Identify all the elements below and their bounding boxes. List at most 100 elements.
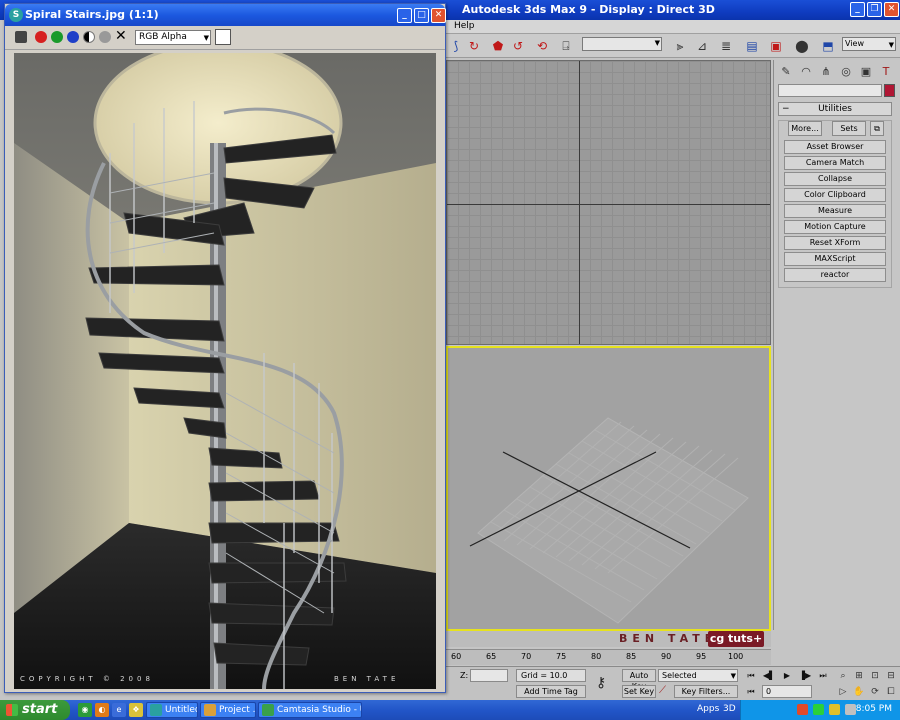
viewport-perspective[interactable] xyxy=(446,346,771,631)
save-image-icon[interactable] xyxy=(15,31,27,43)
play-icon[interactable]: ▶ xyxy=(780,669,794,682)
collapse-button[interactable]: Collapse xyxy=(784,172,886,186)
orbit-icon[interactable]: ⟳ xyxy=(868,685,882,699)
channel-dropdown[interactable]: RGB Alpha ▼ xyxy=(135,30,211,45)
z-coordinate-field[interactable] xyxy=(470,669,508,682)
clear-icon[interactable]: ✕ xyxy=(115,28,127,44)
named-selection-dropdown[interactable]: ▼ xyxy=(582,37,662,51)
goto-start-icon[interactable]: ⏮ xyxy=(744,669,758,682)
material-editor-icon[interactable]: ⬤ xyxy=(794,38,810,54)
motion-capture-button[interactable]: Motion Capture xyxy=(784,220,886,234)
viewport-top[interactable] xyxy=(446,60,771,345)
start-button[interactable]: start xyxy=(0,700,70,720)
utilities-rollout-header[interactable]: − Utilities xyxy=(778,102,892,116)
key-selection-dropdown[interactable]: Selected ▼ xyxy=(658,669,738,682)
menu-help[interactable]: Help xyxy=(454,21,475,31)
curve-editor-icon[interactable]: ▤ xyxy=(744,38,760,54)
viewer-toolbar: ✕ RGB Alpha ▼ xyxy=(5,26,445,50)
maxscript-button[interactable]: MAXScript xyxy=(784,252,886,266)
command-panel-tabs: ✎ ◠ ⋔ ◎ ▣ T xyxy=(778,62,896,82)
tray-icon[interactable] xyxy=(813,704,824,715)
key-filters-button[interactable]: Key Filters... xyxy=(674,685,738,698)
modify-tab-icon[interactable]: ◠ xyxy=(798,64,814,80)
key-icon[interactable]: ⚷ xyxy=(596,675,606,691)
hierarchy-tab-icon[interactable]: ⋔ xyxy=(818,64,834,80)
zoom-icon[interactable]: ⌕ xyxy=(836,669,850,683)
task-camtasia[interactable]: Camtasia Studio - Unt... xyxy=(258,702,362,718)
close-icon[interactable]: ✕ xyxy=(884,2,899,17)
abc-icon[interactable]: ⍈ xyxy=(558,38,574,54)
tray-apps-label[interactable]: Apps xyxy=(697,704,719,714)
zoom-extents-all-icon[interactable]: ⊟ xyxy=(884,669,898,683)
green-channel-icon[interactable] xyxy=(51,31,63,43)
color-clipboard-button[interactable]: Color Clipboard xyxy=(784,188,886,202)
tray-3d-label[interactable]: 3D xyxy=(723,704,736,714)
select-link-icon[interactable]: ⟆ xyxy=(448,38,464,54)
quicklaunch-icon[interactable]: ◐ xyxy=(95,703,109,717)
select-scale-icon[interactable]: ⬟ xyxy=(490,38,506,54)
reset-xform-button[interactable]: Reset XForm xyxy=(784,236,886,250)
render-view-dropdown[interactable]: View ▼ xyxy=(842,37,896,51)
asset-browser-button[interactable]: Asset Browser xyxy=(784,140,886,154)
snap-icon[interactable]: ⟲ xyxy=(534,38,550,54)
next-frame-icon[interactable]: ▐▶ xyxy=(798,669,812,682)
reactor-button[interactable]: reactor xyxy=(784,268,886,282)
red-channel-icon[interactable] xyxy=(35,31,47,43)
utilities-tab-icon[interactable]: T xyxy=(878,64,894,80)
z-coordinate-label: Z: xyxy=(460,671,469,680)
prev-frame-icon[interactable]: ◀▌ xyxy=(762,669,776,682)
align-icon[interactable]: ⊿ xyxy=(694,38,710,54)
create-tab-icon[interactable]: ✎ xyxy=(778,64,794,80)
set-key-button[interactable]: Set Key xyxy=(622,685,656,698)
layer-icon[interactable]: ≣ xyxy=(718,38,734,54)
rotate-icon[interactable]: ↺ xyxy=(510,38,526,54)
blue-channel-icon[interactable] xyxy=(67,31,79,43)
mono-icon[interactable] xyxy=(99,31,111,43)
quicklaunch-icon[interactable]: e xyxy=(112,703,126,717)
mirror-icon[interactable]: ⫸ xyxy=(672,38,688,54)
viewer-titlebar[interactable]: S Spiral Stairs.jpg (1:1) _ □ ✕ xyxy=(5,4,446,26)
timeline-ruler[interactable]: 60 65 70 75 80 85 90 95 100 xyxy=(446,649,771,665)
volume-icon[interactable] xyxy=(845,704,856,715)
current-frame-field[interactable]: 0 xyxy=(762,685,812,698)
viewer-close-icon[interactable]: ✕ xyxy=(431,8,446,23)
minimize-icon[interactable]: _ xyxy=(850,2,865,17)
motion-tab-icon[interactable]: ◎ xyxy=(838,64,854,80)
quicklaunch-icon[interactable]: ◉ xyxy=(78,703,92,717)
goto-end-icon[interactable]: ⏭ xyxy=(816,669,830,682)
select-rotate-icon[interactable]: ↻ xyxy=(466,38,482,54)
schematic-icon[interactable]: ▣ xyxy=(768,38,784,54)
camera-match-button[interactable]: Camera Match xyxy=(784,156,886,170)
max-menubar: Help xyxy=(446,20,900,34)
display-tab-icon[interactable]: ▣ xyxy=(858,64,874,80)
task-untitled[interactable]: Untitled xyxy=(146,702,198,718)
add-time-tag-button[interactable]: Add Time Tag xyxy=(516,685,586,698)
zoom-all-icon[interactable]: ⊞ xyxy=(852,669,866,683)
viewer-minimize-icon[interactable]: _ xyxy=(397,8,412,23)
fov-icon[interactable]: ▷ xyxy=(836,685,850,699)
measure-button[interactable]: Measure xyxy=(784,204,886,218)
task-label: Project ... xyxy=(219,705,256,715)
object-color-swatch[interactable] xyxy=(884,84,895,97)
grid-spacing-readout: Grid = 10.0 xyxy=(516,669,586,682)
quicklaunch-icon[interactable]: ❖ xyxy=(129,703,143,717)
more-button[interactable]: More... xyxy=(788,121,822,136)
restore-icon[interactable]: ❐ xyxy=(867,2,882,17)
maximize-viewport-icon[interactable]: ⧠ xyxy=(884,685,898,699)
auto-key-button[interactable]: Auto Key xyxy=(622,669,656,691)
pan-icon[interactable]: ✋ xyxy=(852,685,866,699)
zoom-extents-icon[interactable]: ⊡ xyxy=(868,669,882,683)
key-mode-toggle-icon[interactable]: ⏮ xyxy=(744,685,758,698)
tray-icon[interactable] xyxy=(829,704,840,715)
alpha-channel-icon[interactable] xyxy=(83,31,95,43)
pixel-color-swatch[interactable] xyxy=(215,29,231,45)
sets-button[interactable]: Sets xyxy=(832,121,866,136)
object-name-field[interactable] xyxy=(778,84,882,97)
task-project[interactable]: Project ... xyxy=(200,702,256,718)
viewer-maximize-icon[interactable]: □ xyxy=(414,8,429,23)
configure-sets-icon[interactable]: ⧉ xyxy=(870,121,884,136)
tray-icon[interactable] xyxy=(797,704,808,715)
view-dropdown-value: View xyxy=(845,39,864,48)
key-mode-icon[interactable]: ⟋ xyxy=(659,685,666,696)
render-setup-icon[interactable]: ⬒ xyxy=(820,38,836,54)
